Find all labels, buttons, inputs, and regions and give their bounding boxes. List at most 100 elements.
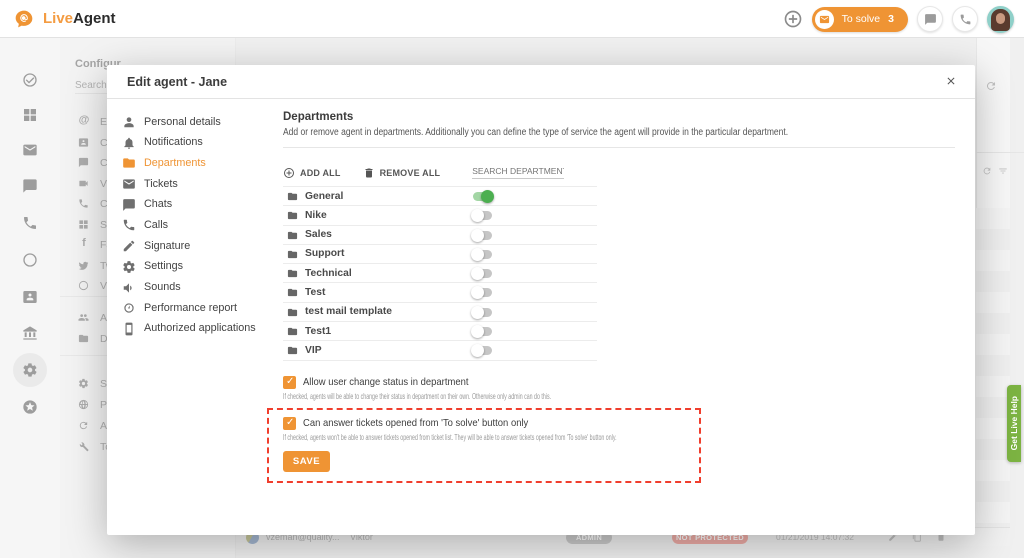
add-all-button[interactable]: ADD ALL	[283, 167, 341, 179]
department-name: Test	[305, 287, 325, 298]
calls-button[interactable]	[952, 6, 978, 32]
plus-circle-icon	[283, 167, 295, 179]
modal-menu: Personal details Notifications Departmen…	[107, 99, 275, 535]
to-solve-button[interactable]: To solve 3	[812, 7, 908, 32]
search-department-input[interactable]	[472, 164, 564, 179]
department-row-test-mail-template: test mail template	[283, 303, 597, 322]
folder-icon	[287, 287, 298, 298]
annotation-highlight-box: Can answer tickets opened from 'To solve…	[267, 408, 701, 483]
department-row-sales: Sales	[283, 226, 597, 245]
logo-live-text: Live	[43, 10, 73, 27]
trash-icon	[363, 167, 375, 179]
modal-body: Personal details Notifications Departmen…	[107, 99, 975, 535]
to-solve-count: 3	[888, 13, 894, 25]
modal-title-bar: Edit agent - Jane	[107, 65, 975, 99]
bell-icon	[122, 136, 136, 150]
add-button[interactable]	[783, 9, 803, 29]
allow-status-block: Allow user change status in department I…	[283, 376, 975, 401]
remove-all-button[interactable]: REMOVE ALL	[363, 167, 441, 179]
departments-toolbar: ADD ALL REMOVE ALL	[283, 161, 975, 179]
modal-menu-item-notifications[interactable]: Notifications	[107, 133, 275, 154]
header-actions: To solve 3	[783, 0, 1014, 38]
folder-icon	[287, 307, 298, 318]
speaker-icon	[122, 281, 136, 295]
folder-icon	[122, 156, 136, 170]
department-toggle[interactable]	[473, 346, 492, 355]
department-toggle[interactable]	[473, 250, 492, 259]
close-icon[interactable]	[945, 75, 957, 87]
edit-agent-modal: Edit agent - Jane Personal details Notif…	[107, 65, 975, 535]
to-solve-mail-badge	[815, 10, 834, 29]
folder-icon	[287, 268, 298, 279]
department-toggle[interactable]	[473, 308, 492, 317]
mail-icon	[122, 177, 136, 191]
department-name: VIP	[305, 345, 322, 356]
mail-icon	[819, 14, 830, 25]
department-toggle[interactable]	[473, 211, 492, 220]
modal-menu-item-authorized-applications[interactable]: Authorized applications	[107, 319, 275, 340]
department-row-general: General	[283, 187, 597, 206]
user-avatar[interactable]	[987, 6, 1014, 33]
departments-heading: Departments	[283, 111, 975, 123]
department-toggle[interactable]	[473, 192, 492, 201]
modal-title: Edit agent - Jane	[127, 75, 227, 89]
logo-agent-text: Agent	[73, 10, 116, 27]
department-name: Nike	[305, 210, 327, 221]
modal-menu-item-tickets[interactable]: Tickets	[107, 174, 275, 195]
allow-status-hint: If checked, agents will be able to chang…	[283, 391, 975, 401]
department-row-test: Test	[283, 283, 597, 302]
modal-menu-item-calls[interactable]: Calls	[107, 215, 275, 236]
chat-icon	[122, 198, 136, 212]
folder-icon	[287, 191, 298, 202]
folder-icon	[287, 210, 298, 221]
to-solve-only-hint: If checked, agents won't be able to answ…	[283, 432, 699, 442]
gear-icon	[122, 260, 136, 274]
department-row-vip: VIP	[283, 341, 597, 360]
department-name: Sales	[305, 229, 332, 240]
modal-menu-item-performance-report[interactable]: Performance report	[107, 298, 275, 319]
department-row-technical: Technical	[283, 264, 597, 283]
modal-menu-item-signature[interactable]: Signature	[107, 236, 275, 257]
department-name: Support	[305, 248, 344, 259]
department-row-test1: Test1	[283, 322, 597, 341]
modal-menu-item-departments[interactable]: Departments	[107, 153, 275, 174]
allow-status-checkbox[interactable]	[283, 376, 296, 389]
top-header: LiveAgent To solve 3	[0, 0, 1024, 38]
department-toggle[interactable]	[473, 231, 492, 240]
modal-menu-item-sounds[interactable]: Sounds	[107, 278, 275, 299]
department-name: test mail template	[305, 306, 392, 317]
department-name: Test1	[305, 326, 331, 337]
modal-content: Departments Add or remove agent in depar…	[283, 99, 975, 535]
modal-menu-item-settings[interactable]: Settings	[107, 257, 275, 278]
modal-menu-item-chats[interactable]: Chats	[107, 195, 275, 216]
liveagent-app: LiveAgent To solve 3 Configur @Em	[0, 0, 1024, 558]
department-toggle[interactable]	[473, 269, 492, 278]
to-solve-only-label: Can answer tickets opened from 'To solve…	[303, 417, 553, 429]
save-button[interactable]: SAVE	[283, 451, 330, 472]
liveagent-bubble-icon	[12, 9, 36, 29]
folder-icon	[287, 345, 298, 356]
department-row-nike: Nike	[283, 206, 597, 225]
phone-icon	[122, 218, 136, 232]
folder-icon	[287, 230, 298, 241]
phone-icon	[959, 13, 972, 26]
plus-circle-icon	[783, 9, 803, 29]
get-live-help-button[interactable]: Get Live Help	[1007, 385, 1021, 462]
person-icon	[122, 115, 136, 129]
departments-list: General Nike Sales Support Technical Tes…	[283, 186, 597, 361]
folder-icon	[287, 249, 298, 260]
department-name: General	[305, 191, 343, 202]
department-toggle[interactable]	[473, 288, 492, 297]
folder-icon	[287, 326, 298, 337]
content-divider	[283, 147, 955, 148]
to-solve-only-checkbox[interactable]	[283, 417, 296, 430]
chat-icon	[924, 13, 937, 26]
chats-button[interactable]	[917, 6, 943, 32]
pen-icon	[122, 239, 136, 253]
department-toggle[interactable]	[473, 327, 492, 336]
liveagent-logo[interactable]: LiveAgent	[12, 9, 116, 29]
department-name: Technical	[305, 268, 352, 279]
to-solve-label: To solve	[842, 13, 881, 25]
get-live-help-label: Get Live Help	[1009, 396, 1019, 450]
modal-menu-item-personal-details[interactable]: Personal details	[107, 112, 275, 133]
